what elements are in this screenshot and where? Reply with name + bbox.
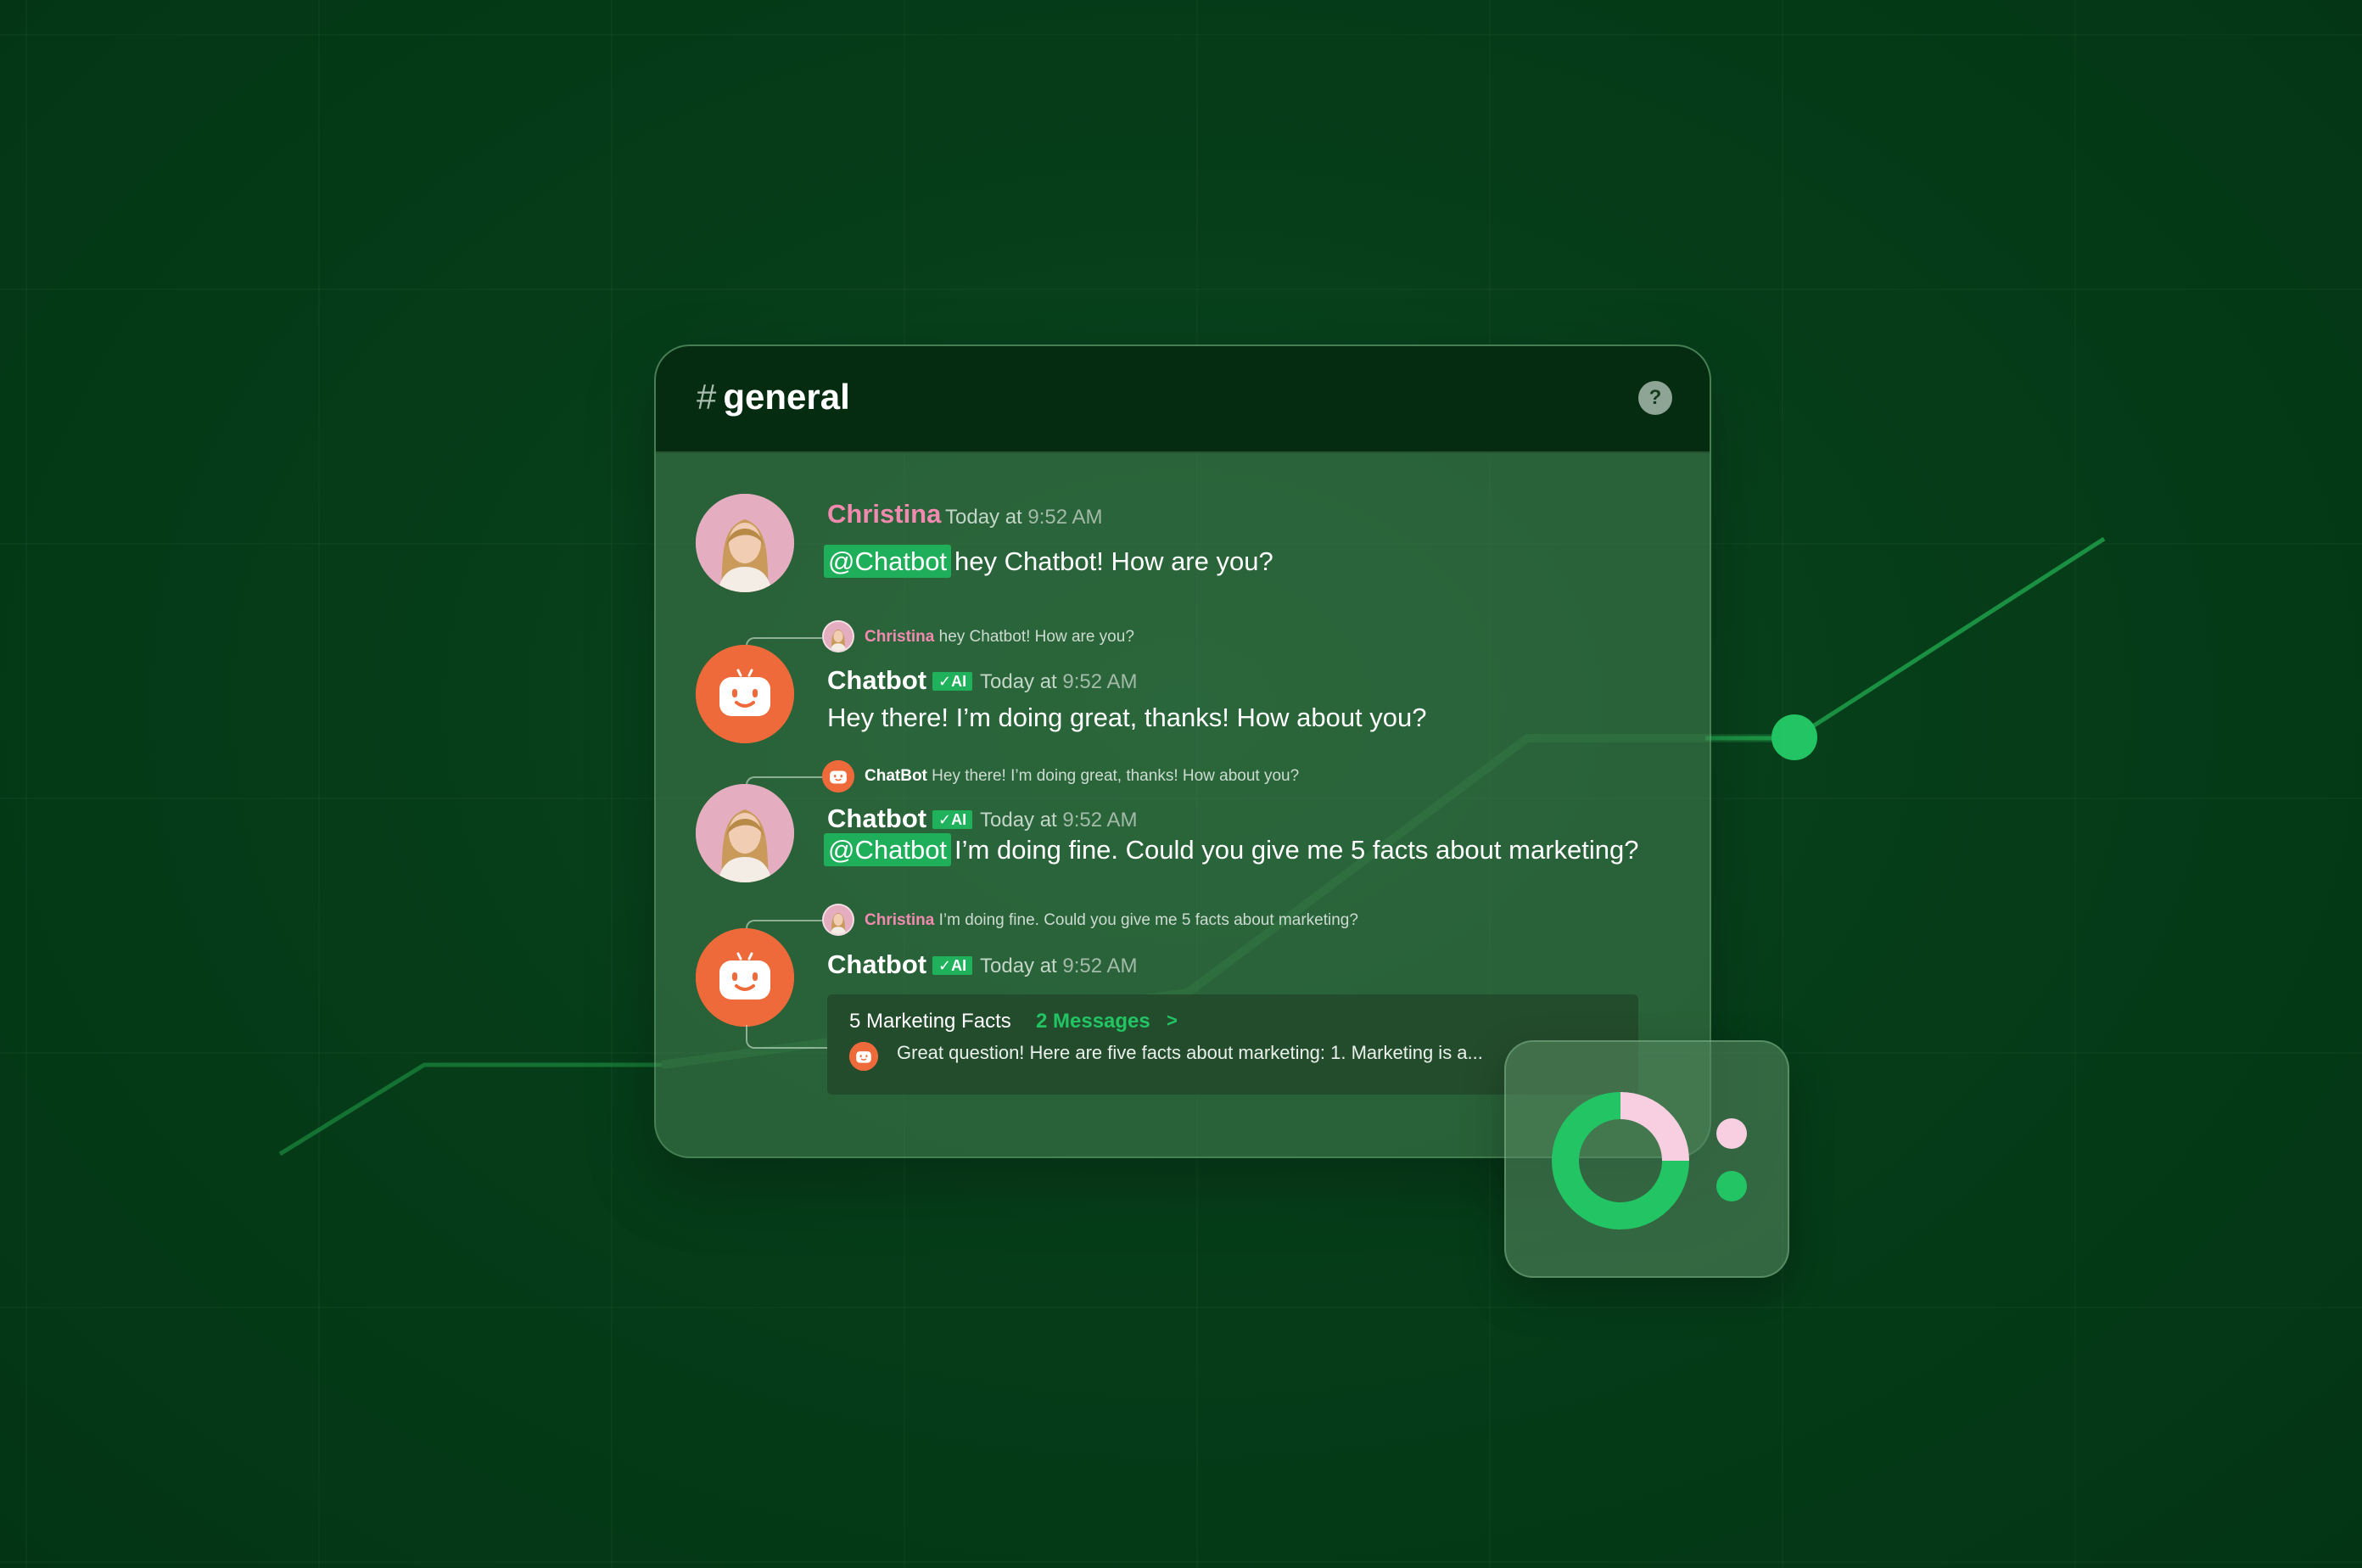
reply-author: Christina (865, 628, 935, 646)
message-body: hey Chatbot! How are you? (954, 546, 1273, 576)
ai-badge: ✓AI (932, 956, 973, 975)
donut-chart (1552, 1092, 1747, 1229)
legend-dot-1 (1716, 1171, 1747, 1201)
person-avatar-icon (824, 905, 853, 934)
message-author[interactable]: Chatbot (827, 949, 926, 980)
legend-dot-0 (1716, 1118, 1747, 1149)
reply-avatar-chatbot (822, 760, 854, 792)
thread-title: 5 Marketing Facts (849, 1010, 1011, 1033)
thread-preview-text: Great question! Here are five facts abou… (897, 1042, 1483, 1063)
reply-author: Christina (865, 911, 935, 929)
person-avatar-icon (696, 494, 794, 592)
message-text: Hey there! I’m doing great, thanks! How … (827, 703, 1427, 732)
ai-badge-label: AI (951, 673, 967, 690)
mention-chatbot[interactable]: @Chatbot (824, 545, 952, 578)
time-prefix: Today at (945, 506, 1022, 529)
reply-avatar-christina (822, 904, 854, 936)
reply-author: ChatBot (865, 767, 927, 785)
hash-icon: # (697, 377, 717, 417)
reply-avatar-christina (822, 620, 854, 652)
robot-icon (696, 645, 794, 743)
message-text: @Chatbot I’m doing fine. Could you give m… (824, 833, 1639, 866)
reply-text: I’m doing fine. Could you give me 5 fact… (938, 911, 1358, 929)
message-timestamp: Today at 9:52 AM (980, 670, 1137, 694)
message-timestamp: Today at 9:52 AM (980, 809, 1137, 832)
message-body: I’m doing fine. Could you give me 5 fact… (954, 835, 1639, 865)
thread-message-count[interactable]: 2 Messages (1036, 1010, 1150, 1033)
channel-title[interactable]: # general (697, 377, 850, 417)
chevron-right-icon[interactable]: > (1167, 1010, 1178, 1032)
message-timestamp: Today at 9:52 AM (945, 506, 1102, 529)
robot-icon (849, 1042, 878, 1071)
message-author[interactable]: Chatbot (827, 804, 926, 834)
person-avatar-icon (696, 784, 794, 882)
thread-avatar-chatbot (849, 1042, 878, 1071)
avatar-christina[interactable] (696, 784, 794, 882)
channel-header: # general ? (656, 346, 1710, 453)
robot-icon (696, 928, 794, 1027)
reply-preview[interactable]: Christina I’m doing fine. Could you give… (865, 911, 1358, 930)
reply-preview[interactable]: Christina hey Chatbot! How are you? (865, 628, 1134, 647)
trend-node-dot (1772, 714, 1817, 760)
time-value: 9:52 AM (1062, 670, 1138, 693)
donut-chart-card (1504, 1040, 1789, 1278)
robot-icon (822, 760, 854, 792)
message-timestamp: Today at 9:52 AM (980, 955, 1137, 978)
avatar-chatbot[interactable] (696, 928, 794, 1027)
check-icon: ✓ (938, 957, 952, 974)
avatar-chatbot[interactable] (696, 645, 794, 743)
ai-badge: ✓AI (932, 810, 973, 829)
message-author[interactable]: Chatbot (827, 665, 926, 696)
chat-window: # general ? Christina Today at 9:52 AM @C… (654, 344, 1711, 1158)
ai-badge-label: AI (951, 957, 967, 974)
ai-badge: ✓AI (932, 672, 973, 691)
reply-text: Hey there! I’m doing great, thanks! How … (932, 767, 1300, 785)
avatar-christina[interactable] (696, 494, 794, 592)
reply-text: hey Chatbot! How are you? (938, 628, 1134, 646)
time-value: 9:52 AM (1062, 809, 1138, 832)
check-icon: ✓ (938, 811, 952, 828)
message-author[interactable]: Christina (827, 499, 941, 529)
message-text: @Chatbot hey Chatbot! How are you? (824, 545, 1273, 578)
time-prefix: Today at (980, 670, 1057, 693)
time-value: 9:52 AM (1027, 506, 1103, 529)
time-prefix: Today at (980, 809, 1057, 832)
person-avatar-icon (824, 622, 853, 651)
time-value: 9:52 AM (1062, 955, 1138, 977)
reply-preview[interactable]: ChatBot Hey there! I’m doing great, than… (865, 767, 1299, 786)
time-prefix: Today at (980, 955, 1057, 977)
channel-name: general (723, 377, 850, 417)
mention-chatbot[interactable]: @Chatbot (824, 833, 952, 866)
thread-connector (746, 1025, 829, 1049)
ai-badge-label: AI (951, 811, 967, 828)
help-icon[interactable]: ? (1638, 381, 1672, 415)
check-icon: ✓ (938, 673, 952, 690)
